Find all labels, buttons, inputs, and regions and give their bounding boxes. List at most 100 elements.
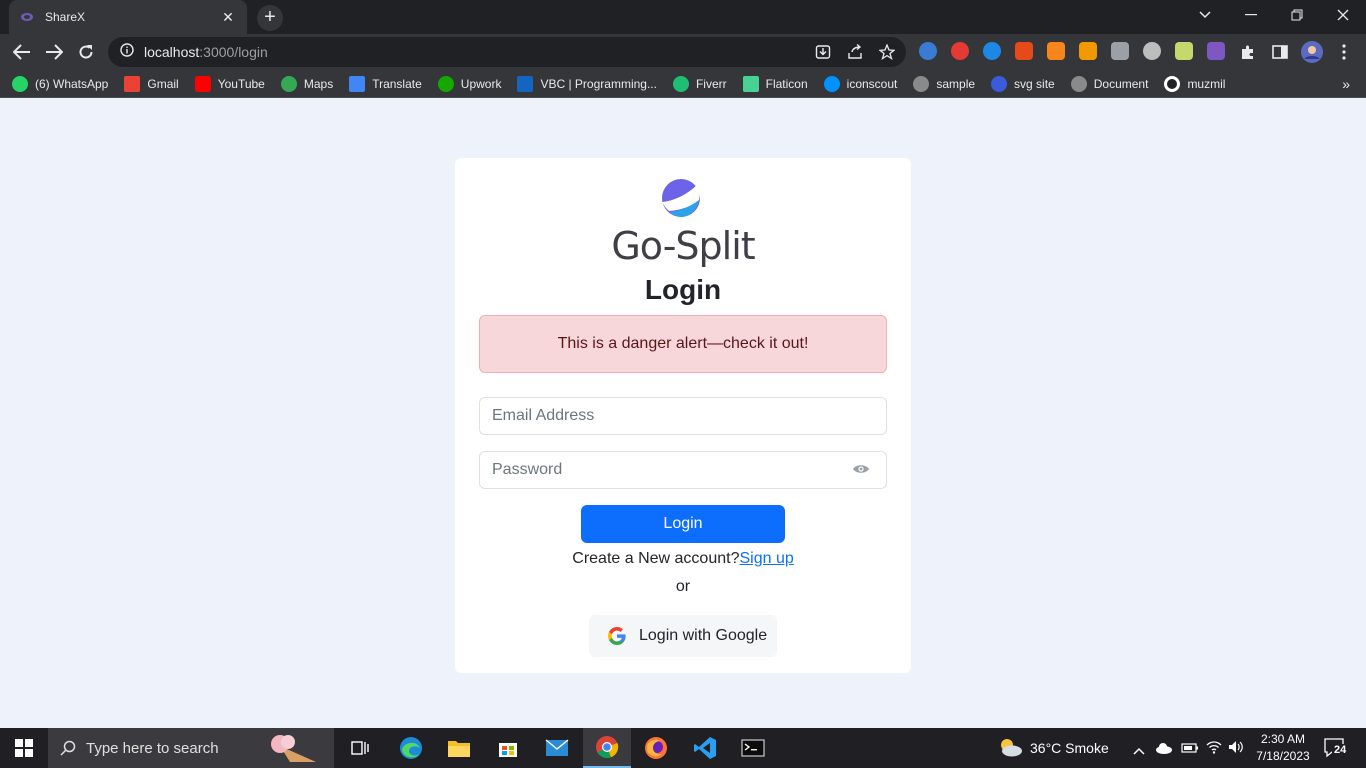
bookmark-gmail[interactable]: Gmail: [124, 75, 179, 92]
file-explorer-icon[interactable]: [435, 728, 483, 768]
stop-extension-icon[interactable]: [951, 42, 969, 60]
bookmarks-bar: (6) WhatsApp Gmail YouTube Maps Translat…: [0, 70, 1366, 98]
back-icon[interactable]: [8, 38, 36, 66]
weather-text[interactable]: 36°C Smoke: [1030, 740, 1109, 756]
slides-extension-icon[interactable]: [1079, 42, 1097, 60]
browser-tab[interactable]: ShareX ✕: [9, 0, 247, 34]
close-window-icon[interactable]: [1320, 0, 1366, 30]
fiverr-icon: [672, 75, 689, 92]
firefox-relay-extension-icon[interactable]: [919, 42, 937, 60]
email-input[interactable]: [479, 397, 887, 435]
or-divider: or: [675, 578, 691, 595]
bookmark-label: muzmil: [1187, 76, 1226, 91]
share-icon[interactable]: [846, 43, 864, 61]
bookmark-muzmil[interactable]: muzmil: [1164, 75, 1226, 92]
bookmark-label: Document: [1093, 76, 1149, 91]
clock[interactable]: 2:30 AM 7/18/2023: [1252, 731, 1314, 765]
bookmark-youtube[interactable]: YouTube: [194, 75, 265, 92]
mail-icon[interactable]: [533, 728, 581, 768]
clock-date: 7/18/2023: [1256, 749, 1310, 763]
brand-name: Go-Split: [611, 224, 755, 268]
show-password-icon[interactable]: [851, 459, 871, 479]
google-icon: [608, 627, 626, 645]
microsoft-store-icon[interactable]: [484, 728, 532, 768]
profile-avatar[interactable]: [1298, 38, 1326, 66]
bookmark-label: (6) WhatsApp: [35, 76, 109, 91]
signup-prompt: Create a New account?: [572, 550, 740, 567]
whatsapp-icon: [12, 75, 28, 92]
login-button[interactable]: Login: [581, 505, 785, 543]
url-host: localhost: [144, 44, 200, 60]
bookmark-star-icon[interactable]: [878, 43, 896, 61]
new-tab-button[interactable]: +: [257, 5, 283, 31]
bookmark-iconscout[interactable]: iconscout: [823, 75, 898, 92]
reader-extension-icon[interactable]: [1207, 42, 1225, 60]
signup-link[interactable]: Sign up: [739, 550, 793, 567]
iconscout-icon: [823, 75, 840, 92]
bookmark-label: Upwork: [460, 76, 502, 91]
battery-icon[interactable]: [1181, 741, 1199, 759]
password-input[interactable]: [479, 451, 887, 489]
terminal-icon[interactable]: [729, 728, 777, 768]
bulb-extension-icon[interactable]: [1143, 42, 1161, 60]
globe-icon: [1070, 75, 1087, 92]
bookmark-whatsapp[interactable]: (6) WhatsApp: [12, 75, 109, 92]
vscode-icon[interactable]: [681, 728, 729, 768]
onedrive-icon[interactable]: [1155, 741, 1173, 759]
screen-capture-extension-icon[interactable]: [1015, 42, 1033, 60]
search-icon: [60, 740, 76, 756]
firefox-icon[interactable]: [632, 728, 680, 768]
extensions-puzzle-icon[interactable]: [1234, 38, 1262, 66]
bookmark-document[interactable]: Document: [1070, 75, 1149, 92]
site-info-icon[interactable]: [120, 42, 134, 62]
edge-extension-icon[interactable]: [983, 42, 1001, 60]
install-app-icon[interactable]: [814, 43, 832, 61]
windows-start-icon[interactable]: [0, 728, 48, 768]
bookmark-label: iconscout: [846, 76, 898, 91]
volume-icon[interactable]: [1228, 740, 1244, 759]
notification-count: 24: [1332, 744, 1349, 756]
bookmark-svg-site[interactable]: svg site: [991, 75, 1055, 92]
browser-menu-icon[interactable]: [1330, 38, 1358, 66]
bookmark-translate[interactable]: Translate: [349, 75, 422, 92]
youtube-icon: [194, 75, 211, 92]
task-view-icon[interactable]: [336, 728, 384, 768]
bookmark-fiverr[interactable]: Fiverr: [672, 75, 727, 92]
pen-extension-icon[interactable]: [1175, 42, 1193, 60]
bookmark-maps[interactable]: Maps: [280, 75, 333, 92]
show-hidden-icons[interactable]: [1133, 742, 1145, 760]
bookmark-label: Fiverr: [695, 76, 727, 91]
eyedropper-extension-icon[interactable]: [1111, 42, 1129, 60]
bookmark-upwork[interactable]: Upwork: [437, 75, 502, 92]
ice-cream-icon: [266, 732, 320, 768]
weather-icon: [997, 737, 1023, 762]
notification-center-icon[interactable]: 24: [1322, 736, 1352, 760]
forward-icon[interactable]: [40, 38, 68, 66]
svg-site-icon: [991, 75, 1008, 92]
browser-toolbar: localhost:3000/login: [0, 34, 1366, 70]
bookmark-vbc[interactable]: VBC | Programming...: [517, 75, 657, 92]
bookmark-label: Gmail: [147, 76, 179, 91]
taskbar-search[interactable]: Type here to search: [48, 728, 334, 768]
more-bookmarks-icon[interactable]: »: [1342, 76, 1350, 92]
signup-row: Create a New account?Sign up: [455, 550, 911, 568]
address-bar[interactable]: localhost:3000/login: [108, 37, 906, 67]
tab-search-icon[interactable]: [1182, 0, 1228, 30]
bookmark-sample[interactable]: sample: [913, 75, 976, 92]
close-tab-icon[interactable]: ✕: [219, 9, 237, 26]
metamask-icon[interactable]: [1047, 42, 1065, 60]
chrome-icon[interactable]: [583, 728, 631, 768]
bookmark-label: sample: [936, 76, 976, 91]
minimize-icon[interactable]: [1228, 0, 1274, 30]
danger-alert: This is a danger alert—check it out!: [479, 315, 887, 373]
edge-icon[interactable]: [387, 728, 435, 768]
maps-icon: [280, 75, 297, 92]
upwork-icon: [437, 75, 454, 92]
wifi-icon[interactable]: [1206, 740, 1222, 759]
side-panel-icon[interactable]: [1266, 38, 1294, 66]
reload-icon[interactable]: [72, 38, 100, 66]
google-login-button[interactable]: Login with Google: [589, 615, 777, 657]
bookmark-flaticon[interactable]: Flaticon: [742, 75, 808, 92]
restore-icon[interactable]: [1274, 0, 1320, 30]
login-card: Go-Split Login This is a danger alert—ch…: [455, 158, 911, 673]
